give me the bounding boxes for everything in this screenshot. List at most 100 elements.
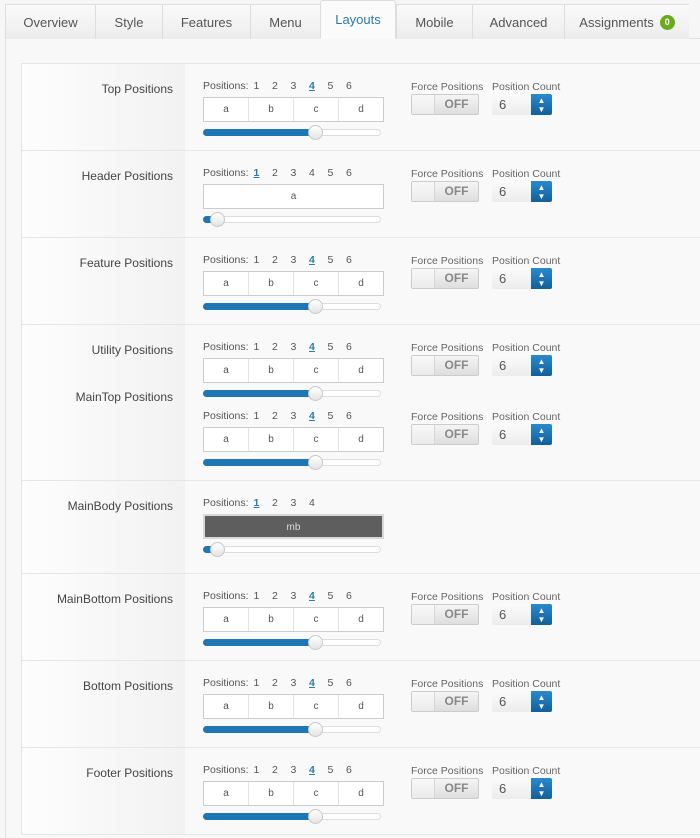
slider-handle[interactable] <box>307 455 323 470</box>
position-option[interactable]: 1 <box>254 764 273 776</box>
position-option[interactable]: 6 <box>346 590 365 602</box>
position-count-select[interactable]: 6 ▲ ▼ <box>492 94 552 115</box>
position-option[interactable]: 1 <box>254 80 273 92</box>
position-slider[interactable] <box>203 212 381 227</box>
position-cell[interactable]: a <box>204 695 249 718</box>
position-slider[interactable] <box>203 299 381 314</box>
position-cell[interactable]: c <box>294 428 339 451</box>
position-option[interactable]: 2 <box>272 341 291 353</box>
position-slider[interactable] <box>203 542 381 557</box>
position-option[interactable]: 5 <box>328 410 347 422</box>
position-option[interactable]: 5 <box>328 764 347 776</box>
slider-handle[interactable] <box>307 299 323 314</box>
position-option[interactable]: 2 <box>272 764 291 776</box>
force-positions-toggle[interactable]: OFF <box>411 268 479 289</box>
position-cell[interactable]: mb <box>205 516 382 537</box>
position-count-select[interactable]: 6 ▲ ▼ <box>492 181 552 202</box>
position-cell[interactable]: c <box>294 272 339 295</box>
slider-handle[interactable] <box>209 212 225 227</box>
position-count-select[interactable]: 6 ▲ ▼ <box>492 355 552 376</box>
force-positions-toggle[interactable]: OFF <box>411 778 479 799</box>
position-option[interactable]: 1 <box>254 341 273 353</box>
position-option[interactable]: 5 <box>328 80 347 92</box>
position-cell[interactable]: b <box>249 695 294 718</box>
position-option[interactable]: 2 <box>272 80 291 92</box>
spinner-arrows-icon[interactable]: ▲ ▼ <box>531 778 552 799</box>
tab-assignments[interactable]: Assignments 0 <box>564 4 689 39</box>
position-option[interactable]: 5 <box>328 677 347 689</box>
position-cell[interactable]: d <box>339 695 383 718</box>
tab-features[interactable]: Features <box>162 4 250 39</box>
position-cell[interactable]: b <box>249 272 294 295</box>
position-option[interactable]: 1 <box>254 590 273 602</box>
tab-advanced[interactable]: Advanced <box>472 4 564 39</box>
position-option[interactable]: 6 <box>346 254 365 266</box>
position-option[interactable]: 3 <box>291 497 310 509</box>
position-cell[interactable]: a <box>204 428 249 451</box>
position-option[interactable]: 2 <box>272 410 291 422</box>
position-count-select[interactable]: 6 ▲ ▼ <box>492 604 552 625</box>
force-positions-toggle[interactable]: OFF <box>411 424 479 445</box>
position-option[interactable]: 3 <box>291 410 310 422</box>
slider-handle[interactable] <box>209 542 225 557</box>
position-option[interactable]: 3 <box>291 254 310 266</box>
position-cell[interactable]: d <box>339 359 383 382</box>
slider-handle[interactable] <box>307 809 323 824</box>
position-option[interactable]: 4 <box>309 254 328 266</box>
position-cell[interactable]: d <box>339 98 383 121</box>
position-option[interactable]: 3 <box>291 341 310 353</box>
spinner-arrows-icon[interactable]: ▲ ▼ <box>531 268 552 289</box>
position-cell[interactable]: d <box>339 272 383 295</box>
force-positions-toggle[interactable]: OFF <box>411 691 479 712</box>
position-option[interactable]: 6 <box>346 410 365 422</box>
position-option[interactable]: 1 <box>254 167 273 179</box>
position-option[interactable]: 1 <box>254 677 273 689</box>
position-option[interactable]: 1 <box>254 497 273 509</box>
tab-mobile[interactable]: Mobile <box>396 4 472 39</box>
position-option[interactable]: 4 <box>309 410 328 422</box>
position-cell[interactable]: a <box>204 185 383 208</box>
position-option[interactable]: 4 <box>309 80 328 92</box>
position-option[interactable]: 5 <box>328 590 347 602</box>
position-cell[interactable]: a <box>204 782 249 805</box>
position-option[interactable]: 6 <box>346 80 365 92</box>
position-option[interactable]: 4 <box>309 497 328 509</box>
position-count-select[interactable]: 6 ▲ ▼ <box>492 691 552 712</box>
position-count-select[interactable]: 6 ▲ ▼ <box>492 778 552 799</box>
position-option[interactable]: 1 <box>254 410 273 422</box>
position-option[interactable]: 5 <box>328 167 347 179</box>
position-cell[interactable]: a <box>204 98 249 121</box>
force-positions-toggle[interactable]: OFF <box>411 604 479 625</box>
force-positions-toggle[interactable]: OFF <box>411 94 479 115</box>
position-option[interactable]: 5 <box>328 341 347 353</box>
tab-layouts[interactable]: Layouts <box>320 0 396 39</box>
spinner-arrows-icon[interactable]: ▲ ▼ <box>531 691 552 712</box>
position-option[interactable]: 4 <box>309 167 328 179</box>
spinner-arrows-icon[interactable]: ▲ ▼ <box>531 94 552 115</box>
position-slider[interactable] <box>203 125 381 140</box>
position-option[interactable]: 3 <box>291 590 310 602</box>
position-cell[interactable]: d <box>339 428 383 451</box>
position-cell[interactable]: a <box>204 608 249 631</box>
spinner-arrows-icon[interactable]: ▲ ▼ <box>531 181 552 202</box>
tab-menu[interactable]: Menu <box>250 4 320 39</box>
position-slider[interactable] <box>203 455 381 470</box>
position-cell[interactable]: d <box>339 608 383 631</box>
position-count-select[interactable]: 6 ▲ ▼ <box>492 424 552 445</box>
position-option[interactable]: 4 <box>309 764 328 776</box>
position-cell[interactable]: a <box>204 272 249 295</box>
position-option[interactable]: 5 <box>328 254 347 266</box>
position-option[interactable]: 2 <box>272 167 291 179</box>
position-option[interactable]: 6 <box>346 341 365 353</box>
slider-handle[interactable] <box>307 386 323 401</box>
position-cell[interactable]: c <box>294 608 339 631</box>
spinner-arrows-icon[interactable]: ▲ ▼ <box>531 355 552 376</box>
position-option[interactable]: 3 <box>291 764 310 776</box>
position-option[interactable]: 2 <box>272 590 291 602</box>
position-option[interactable]: 6 <box>346 167 365 179</box>
tab-overview[interactable]: Overview <box>5 4 95 39</box>
position-option[interactable]: 6 <box>346 764 365 776</box>
spinner-arrows-icon[interactable]: ▲ ▼ <box>531 424 552 445</box>
position-option[interactable]: 2 <box>272 677 291 689</box>
tab-style[interactable]: Style <box>95 4 162 39</box>
